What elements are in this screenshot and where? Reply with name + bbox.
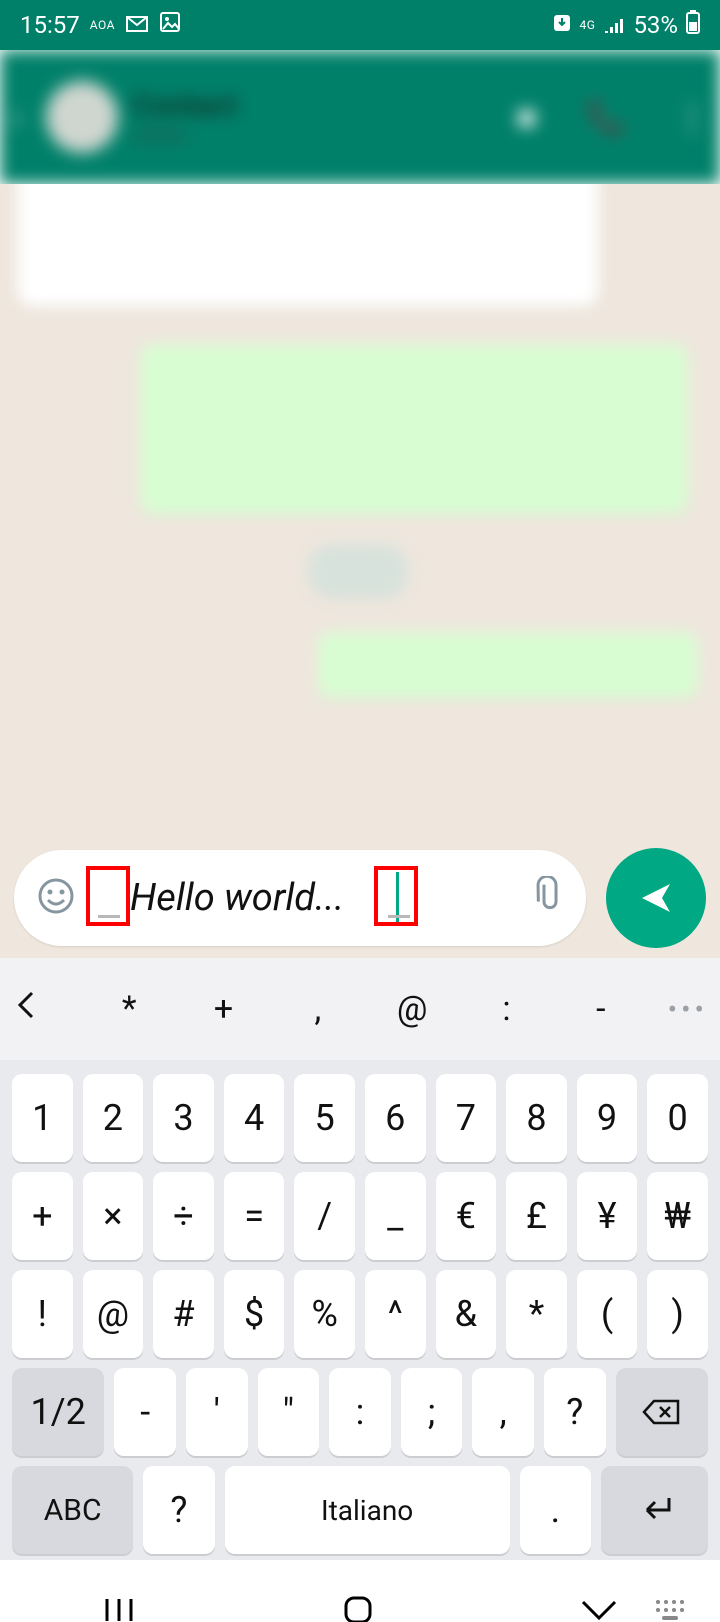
home-button[interactable]: [338, 1590, 378, 1622]
key-char[interactable]: ÷: [153, 1172, 214, 1260]
key-char[interactable]: !: [12, 1270, 73, 1358]
more-icon[interactable]: •••: [648, 993, 708, 1026]
key-enter[interactable]: [601, 1466, 708, 1554]
attach-icon[interactable]: [524, 876, 564, 920]
key-char[interactable]: ^: [365, 1270, 426, 1358]
key-char[interactable]: @: [83, 1270, 144, 1358]
quick-key[interactable]: -: [554, 989, 648, 1029]
contact-presence: online: [132, 123, 237, 147]
key-char[interactable]: *: [506, 1270, 567, 1358]
network-type: 4G: [580, 18, 596, 32]
key-backspace[interactable]: [616, 1368, 708, 1456]
image-icon: [159, 11, 181, 39]
keyboard-tool-row: * + , @ : - •••: [0, 958, 720, 1060]
keyboard-hide-button[interactable]: [577, 1596, 621, 1622]
quick-key[interactable]: ,: [271, 989, 365, 1029]
update-icon: [552, 11, 572, 39]
key-char[interactable]: ?: [143, 1466, 214, 1554]
key-abc[interactable]: ABC: [12, 1466, 133, 1554]
key-char[interactable]: %: [294, 1270, 355, 1358]
message-input[interactable]: Hello world...: [84, 868, 516, 928]
key-char[interactable]: 2: [83, 1074, 144, 1162]
quick-key[interactable]: :: [459, 989, 553, 1029]
emoji-icon[interactable]: [36, 876, 76, 920]
quick-key[interactable]: @: [365, 989, 459, 1029]
key-char[interactable]: 8: [506, 1074, 567, 1162]
key-char[interactable]: 9: [577, 1074, 638, 1162]
key-char[interactable]: +: [12, 1172, 73, 1260]
quick-key[interactable]: +: [176, 989, 270, 1029]
quick-key[interactable]: *: [82, 989, 176, 1029]
recents-button[interactable]: [99, 1595, 139, 1622]
key-char[interactable]: £: [506, 1172, 567, 1260]
key-symbol-page[interactable]: 1/2: [12, 1368, 104, 1456]
send-button[interactable]: [606, 848, 706, 948]
soft-keyboard: 1234567890 +×÷=/_€£¥₩ !@#$%^&*() 1/2 -'"…: [0, 1060, 720, 1560]
key-space[interactable]: Italiano: [225, 1466, 510, 1554]
key-char[interactable]: 5: [294, 1074, 355, 1162]
battery-icon: [686, 10, 700, 40]
key-char[interactable]: /: [294, 1172, 355, 1260]
contact-avatar[interactable]: [46, 81, 118, 153]
key-char[interactable]: 3: [153, 1074, 214, 1162]
key-char[interactable]: #: [153, 1270, 214, 1358]
key-char[interactable]: =: [224, 1172, 285, 1260]
composer-row: Hello world...: [0, 838, 720, 958]
key-char[interactable]: ?: [544, 1368, 606, 1456]
chat-scroll[interactable]: [0, 184, 720, 838]
voice-call-icon[interactable]: 📞: [586, 98, 626, 136]
outgoing-message[interactable]: [140, 344, 688, 514]
outgoing-message[interactable]: [318, 632, 698, 698]
key-char[interactable]: 7: [436, 1074, 497, 1162]
chat-header: ‹ Contact online ■ 📞 ⋮: [0, 50, 720, 184]
kebab-menu-icon[interactable]: ⋮: [676, 98, 708, 136]
key-char[interactable]: 4: [224, 1074, 285, 1162]
key-char[interactable]: ): [647, 1270, 708, 1358]
annotation-box-2: [374, 866, 418, 926]
incoming-message[interactable]: [18, 184, 598, 306]
date-separator: [308, 544, 408, 598]
status-time: 15:57: [20, 11, 80, 39]
key-char[interactable]: _: [365, 1172, 426, 1260]
key-char[interactable]: :: [329, 1368, 391, 1456]
key-char[interactable]: ₩: [647, 1172, 708, 1260]
message-input-container: Hello world...: [14, 850, 586, 946]
key-char[interactable]: ×: [83, 1172, 144, 1260]
key-char[interactable]: ': [186, 1368, 248, 1456]
gmail-icon: [125, 11, 149, 39]
keyboard-switch-icon[interactable]: [654, 1598, 690, 1622]
key-char[interactable]: .: [520, 1466, 591, 1554]
battery-percent: 53%: [633, 11, 678, 39]
key-char[interactable]: 6: [365, 1074, 426, 1162]
video-call-icon[interactable]: ■: [517, 98, 536, 136]
message-text: Hello world...: [130, 876, 344, 920]
annotation-box-1: [86, 866, 130, 926]
contact-name: Contact: [132, 88, 237, 123]
key-char[interactable]: (: [577, 1270, 638, 1358]
signal-icon: [603, 11, 625, 39]
back-icon[interactable]: ‹: [12, 100, 42, 135]
contact-info[interactable]: Contact online: [132, 88, 237, 147]
android-nav-bar: [0, 1560, 720, 1622]
key-char[interactable]: €: [436, 1172, 497, 1260]
android-status-bar: 15:57 AOA 4G 53%: [0, 0, 720, 50]
keyboard-collapse-icon[interactable]: [12, 985, 82, 1034]
key-char[interactable]: -: [114, 1368, 176, 1456]
key-char[interactable]: ,: [472, 1368, 534, 1456]
key-char[interactable]: 0: [647, 1074, 708, 1162]
key-char[interactable]: ¥: [577, 1172, 638, 1260]
key-char[interactable]: ": [258, 1368, 320, 1456]
key-char[interactable]: ;: [401, 1368, 463, 1456]
key-char[interactable]: 1: [12, 1074, 73, 1162]
status-aoa: AOA: [90, 18, 115, 32]
key-char[interactable]: $: [224, 1270, 285, 1358]
key-char[interactable]: &: [436, 1270, 497, 1358]
